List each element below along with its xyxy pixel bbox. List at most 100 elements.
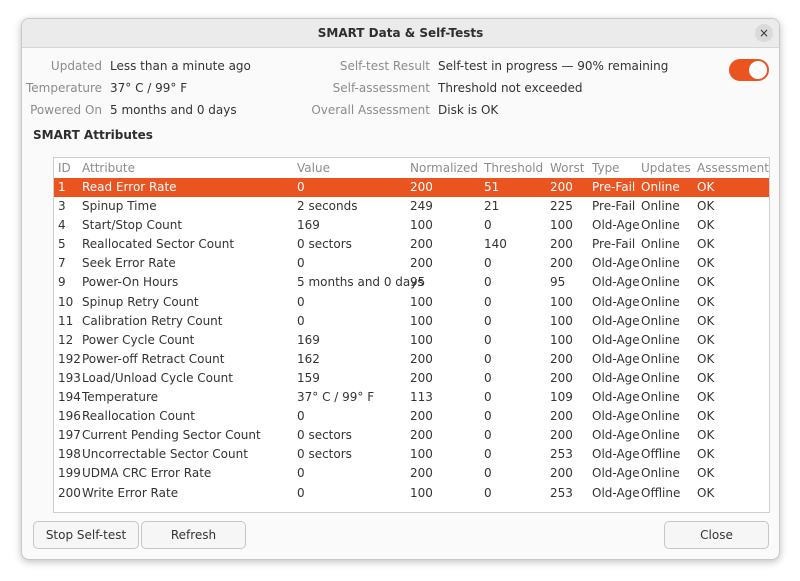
cell-attribute: Reallocated Sector Count (82, 237, 235, 252)
table-row[interactable]: 5 Reallocated Sector Count 0 sectors 200 140… (54, 235, 769, 254)
stop-self-test-button[interactable]: Stop Self-test (33, 521, 139, 549)
cell-normalized: 100 (410, 218, 433, 233)
cell-threshold: 0 (484, 466, 492, 481)
col-header-assessment[interactable]: Assessment (697, 161, 769, 175)
cell-type: Pre-Fail (592, 237, 636, 252)
table-row[interactable]: 3 Spinup Time 2 seconds 249 21 225 Pre-Fail Onl… (54, 197, 769, 216)
close-button[interactable]: Close (664, 521, 769, 549)
cell-threshold: 0 (484, 218, 492, 233)
cell-value: 0 (297, 313, 305, 328)
table-row[interactable]: 9 Power-On Hours 5 months and 0 days 95 0 95 O… (54, 273, 769, 292)
table-row[interactable]: 193 Load/Unload Cycle Count 159 200 0 200 Old-… (54, 369, 769, 388)
cell-assessment: OK (697, 199, 715, 214)
table-row[interactable]: 199 UDMA CRC Error Rate 0 200 0 200 Old-Age Onl… (54, 464, 769, 483)
cell-type: Old-Age (592, 332, 640, 347)
cell-attribute: Calibration Retry Count (82, 313, 223, 328)
cell-threshold: 0 (484, 256, 492, 271)
powered-on-value: 5 months and 0 days (110, 103, 237, 117)
cell-threshold: 0 (484, 409, 492, 424)
cell-attribute: Power Cycle Count (82, 332, 195, 347)
table-row[interactable]: 192 Power-off Retract Count 162 200 0 200 Old-… (54, 350, 769, 369)
cell-normalized: 249 (410, 199, 433, 214)
smart-attributes-table: ID Attribute Value Normalized Threshold … (53, 157, 770, 513)
cell-normalized: 100 (410, 294, 433, 309)
refresh-button[interactable]: Refresh (141, 521, 246, 549)
cell-id: 3 (58, 199, 66, 214)
cell-id: 199 (58, 466, 81, 481)
table-row[interactable]: 10 Spinup Retry Count 0 100 0 100 Old-Age Onlin… (54, 293, 769, 312)
cell-assessment: OK (697, 351, 715, 366)
col-header-id[interactable]: ID (58, 161, 71, 175)
table-row[interactable]: 11 Calibration Retry Count 0 100 0 100 Old-Age… (54, 312, 769, 331)
cell-value: 0 sectors (297, 237, 352, 252)
table-row[interactable]: 12 Power Cycle Count 169 100 0 100 Old-Age Onli… (54, 331, 769, 350)
cell-updates: Online (641, 313, 680, 328)
cell-assessment: OK (697, 275, 715, 290)
updated-row: Updated Less than a minute ago (22, 59, 252, 79)
cell-id: 192 (58, 351, 81, 366)
cell-attribute: Reallocation Count (82, 409, 195, 424)
col-header-threshold[interactable]: Threshold (484, 161, 543, 175)
cell-type: Old-Age (592, 447, 640, 462)
cell-type: Old-Age (592, 485, 640, 500)
table-row[interactable]: 198 Uncorrectable Sector Count 0 sectors 10… (54, 445, 769, 464)
table-row[interactable]: 1 Read Error Rate 0 200 51 200 Pre-Fail Online O… (54, 178, 769, 198)
cell-type: Old-Age (592, 275, 640, 290)
cell-normalized: 100 (410, 313, 433, 328)
table-row[interactable]: 196 Reallocation Count 0 200 0 200 Old-Age Onli… (54, 407, 769, 426)
table-body: 1 Read Error Rate 0 200 51 200 Pre-Fail Online O… (54, 178, 769, 503)
cell-assessment: OK (697, 409, 715, 424)
cell-id: 197 (58, 428, 81, 443)
col-header-normalized[interactable]: Normalized (410, 161, 478, 175)
col-header-worst[interactable]: Worst (550, 161, 584, 175)
col-header-attribute[interactable]: Attribute (82, 161, 135, 175)
cell-updates: Online (641, 294, 680, 309)
col-header-updates[interactable]: Updates (641, 161, 691, 175)
cell-threshold: 0 (484, 351, 492, 366)
cell-updates: Online (641, 409, 680, 424)
cell-normalized: 200 (410, 237, 433, 252)
cell-value: 0 (297, 466, 305, 481)
table-row[interactable]: 7 Seek Error Rate 0 200 0 200 Old-Age Online OK (54, 254, 769, 273)
col-header-value[interactable]: Value (297, 161, 330, 175)
cell-assessment: OK (697, 466, 715, 481)
cell-attribute: Spinup Retry Count (82, 294, 199, 309)
cell-assessment: OK (697, 313, 715, 328)
cell-updates: Online (641, 390, 680, 405)
table-row[interactable]: 200 Write Error Rate 0 100 0 253 Old-Age Offlin… (54, 484, 769, 503)
cell-worst: 200 (550, 256, 573, 271)
table-row[interactable]: 197 Current Pending Sector Count 0 sectors… (54, 426, 769, 445)
cell-value: 0 (297, 409, 305, 424)
table-row[interactable]: 194 Temperature 37° C / 99° F 113 0 109 Old-Ag… (54, 388, 769, 407)
cell-value: 37° C / 99° F (297, 390, 375, 405)
cell-normalized: 95 (410, 275, 426, 290)
smart-dialog: SMART Data & Self-Tests × Updated Less t… (21, 18, 780, 560)
close-icon[interactable]: × (755, 24, 773, 42)
powered-on-label: Powered On (30, 103, 102, 117)
cell-updates: Online (641, 275, 680, 290)
cell-updates: Online (641, 237, 680, 252)
cell-worst: 200 (550, 237, 573, 252)
cell-worst: 200 (550, 370, 573, 385)
overall-assessment-label: Overall Assessment (311, 103, 430, 117)
cell-value: 0 sectors (297, 447, 352, 462)
updated-label: Updated (50, 59, 102, 73)
self-test-result-row: Self-test Result Self-test in progress —… (252, 59, 722, 79)
overall-assessment-value: Disk is OK (438, 103, 499, 117)
cell-type: Old-Age (592, 409, 640, 424)
cell-id: 193 (58, 370, 81, 385)
cell-normalized: 200 (410, 466, 433, 481)
self-assessment-row: Self-assessment Threshold not exceeded (252, 81, 722, 101)
cell-attribute: Read Error Rate (82, 180, 177, 194)
cell-type: Old-Age (592, 390, 640, 405)
cell-id: 194 (58, 390, 81, 405)
cell-normalized: 200 (410, 256, 433, 271)
cell-worst: 200 (550, 466, 573, 481)
table-row[interactable]: 4 Start/Stop Count 169 100 0 100 Old-Age Online… (54, 216, 769, 235)
cell-value: 169 (297, 332, 320, 347)
smart-enable-toggle[interactable] (729, 59, 769, 81)
self-test-result-value: Self-test in progress — 90% remaining (438, 59, 669, 73)
cell-id: 11 (58, 313, 74, 328)
cell-updates: Online (641, 466, 680, 481)
col-header-type[interactable]: Type (592, 161, 620, 175)
